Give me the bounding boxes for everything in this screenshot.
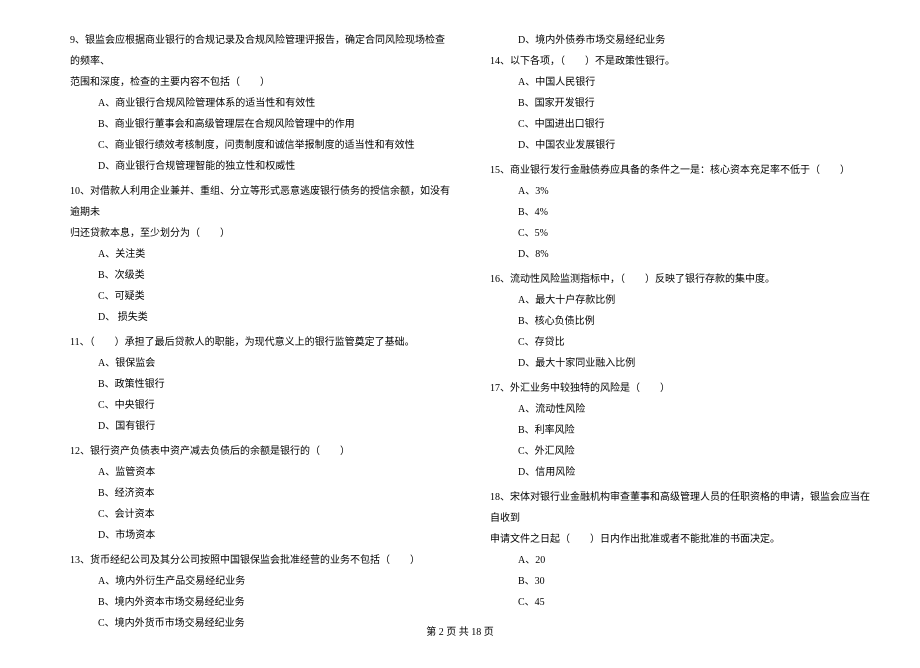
option-d: D、8%: [490, 244, 870, 265]
question-text-cont: 范围和深度，检查的主要内容不包括（ ）: [70, 72, 450, 93]
question-15: 15、商业银行发行金融债券应具备的条件之一是：核心资本充足率不低于（ ） A、3…: [490, 160, 870, 265]
option-a: A、银保监会: [70, 353, 450, 374]
option-a: A、关注类: [70, 244, 450, 265]
option-b: B、政策性银行: [70, 374, 450, 395]
question-17: 17、外汇业务中较独特的风险是（ ） A、流动性风险 B、利率风险 C、外汇风险…: [490, 378, 870, 483]
option-b: B、利率风险: [490, 420, 870, 441]
option-d: D、境内外债券市场交易经纪业务: [490, 30, 870, 51]
option-b: B、4%: [490, 202, 870, 223]
option-b: B、经济资本: [70, 483, 450, 504]
option-d: D、国有银行: [70, 416, 450, 437]
option-c: C、商业银行绩效考核制度，问责制度和诚信举报制度的适当性和有效性: [70, 135, 450, 156]
option-b: B、核心负债比例: [490, 311, 870, 332]
question-text: 12、银行资产负债表中资产减去负债后的余额是银行的（ ）: [70, 441, 450, 462]
question-12: 12、银行资产负债表中资产减去负债后的余额是银行的（ ） A、监管资本 B、经济…: [70, 441, 450, 546]
option-c: C、存贷比: [490, 332, 870, 353]
page-footer: 第 2 页 共 18 页: [0, 623, 920, 638]
question-9: 9、银监会应根据商业银行的合规记录及合规风险管理评报告，确定合同风险现场检查的频…: [70, 30, 450, 177]
question-14: 14、以下各项，（ ）不是政策性银行。 A、中国人民银行 B、国家开发银行 C、…: [490, 51, 870, 156]
question-text: 15、商业银行发行金融债券应具备的条件之一是：核心资本充足率不低于（ ）: [490, 160, 870, 181]
option-a: A、中国人民银行: [490, 72, 870, 93]
option-c: C、45: [490, 592, 870, 613]
option-b: B、次级类: [70, 265, 450, 286]
option-b: B、商业银行董事会和高级管理层在合规风险管理中的作用: [70, 114, 450, 135]
option-d: D、最大十家同业融入比例: [490, 353, 870, 374]
option-a: A、20: [490, 550, 870, 571]
option-c: C、可疑类: [70, 286, 450, 307]
option-c: C、中国进出口银行: [490, 114, 870, 135]
option-b: B、国家开发银行: [490, 93, 870, 114]
question-16: 16、流动性风险监测指标中，（ ）反映了银行存款的集中度。 A、最大十户存款比例…: [490, 269, 870, 374]
question-18: 18、宋体对银行业金融机构审查董事和高级管理人员的任职资格的申请，银监会应当在自…: [490, 487, 870, 613]
option-d: D、商业银行合规管理智能的独立性和权威性: [70, 156, 450, 177]
right-column: D、境内外债券市场交易经纪业务 14、以下各项，（ ）不是政策性银行。 A、中国…: [490, 30, 870, 638]
option-a: A、商业银行合规风险管理体系的适当性和有效性: [70, 93, 450, 114]
question-13: 13、货币经纪公司及其分公司按照中国银保监会批准经营的业务不包括（ ） A、境内…: [70, 550, 450, 634]
option-a: A、境内外衍生产品交易经纪业务: [70, 571, 450, 592]
option-a: A、流动性风险: [490, 399, 870, 420]
option-d: D、市场资本: [70, 525, 450, 546]
option-c: C、外汇风险: [490, 441, 870, 462]
option-c: C、5%: [490, 223, 870, 244]
option-d: D、 损失类: [70, 307, 450, 328]
question-text: 13、货币经纪公司及其分公司按照中国银保监会批准经营的业务不包括（ ）: [70, 550, 450, 571]
question-text: 11、（ ）承担了最后贷款人的职能，为现代意义上的银行监管奠定了基础。: [70, 332, 450, 353]
question-text: 16、流动性风险监测指标中，（ ）反映了银行存款的集中度。: [490, 269, 870, 290]
option-a: A、最大十户存款比例: [490, 290, 870, 311]
question-text: 18、宋体对银行业金融机构审查董事和高级管理人员的任职资格的申请，银监会应当在自…: [490, 487, 870, 529]
left-column: 9、银监会应根据商业银行的合规记录及合规风险管理评报告，确定合同风险现场检查的频…: [70, 30, 450, 638]
question-text: 14、以下各项，（ ）不是政策性银行。: [490, 51, 870, 72]
question-text-cont: 归还贷款本息，至少划分为（ ）: [70, 223, 450, 244]
option-c: C、会计资本: [70, 504, 450, 525]
option-b: B、30: [490, 571, 870, 592]
option-b: B、境内外资本市场交易经纪业务: [70, 592, 450, 613]
option-d: D、中国农业发展银行: [490, 135, 870, 156]
option-c: C、中央银行: [70, 395, 450, 416]
option-a: A、3%: [490, 181, 870, 202]
question-11: 11、（ ）承担了最后贷款人的职能，为现代意义上的银行监管奠定了基础。 A、银保…: [70, 332, 450, 437]
question-text: 17、外汇业务中较独特的风险是（ ）: [490, 378, 870, 399]
question-text-cont: 申请文件之日起（ ）日内作出批准或者不能批准的书面决定。: [490, 529, 870, 550]
question-text: 9、银监会应根据商业银行的合规记录及合规风险管理评报告，确定合同风险现场检查的频…: [70, 30, 450, 72]
question-10: 10、对借款人利用企业兼并、重组、分立等形式恶意逃废银行债务的授信余额，如没有逾…: [70, 181, 450, 328]
page-content: 9、银监会应根据商业银行的合规记录及合规风险管理评报告，确定合同风险现场检查的频…: [0, 0, 920, 668]
question-text: 10、对借款人利用企业兼并、重组、分立等形式恶意逃废银行债务的授信余额，如没有逾…: [70, 181, 450, 223]
option-a: A、监管资本: [70, 462, 450, 483]
option-d: D、信用风险: [490, 462, 870, 483]
